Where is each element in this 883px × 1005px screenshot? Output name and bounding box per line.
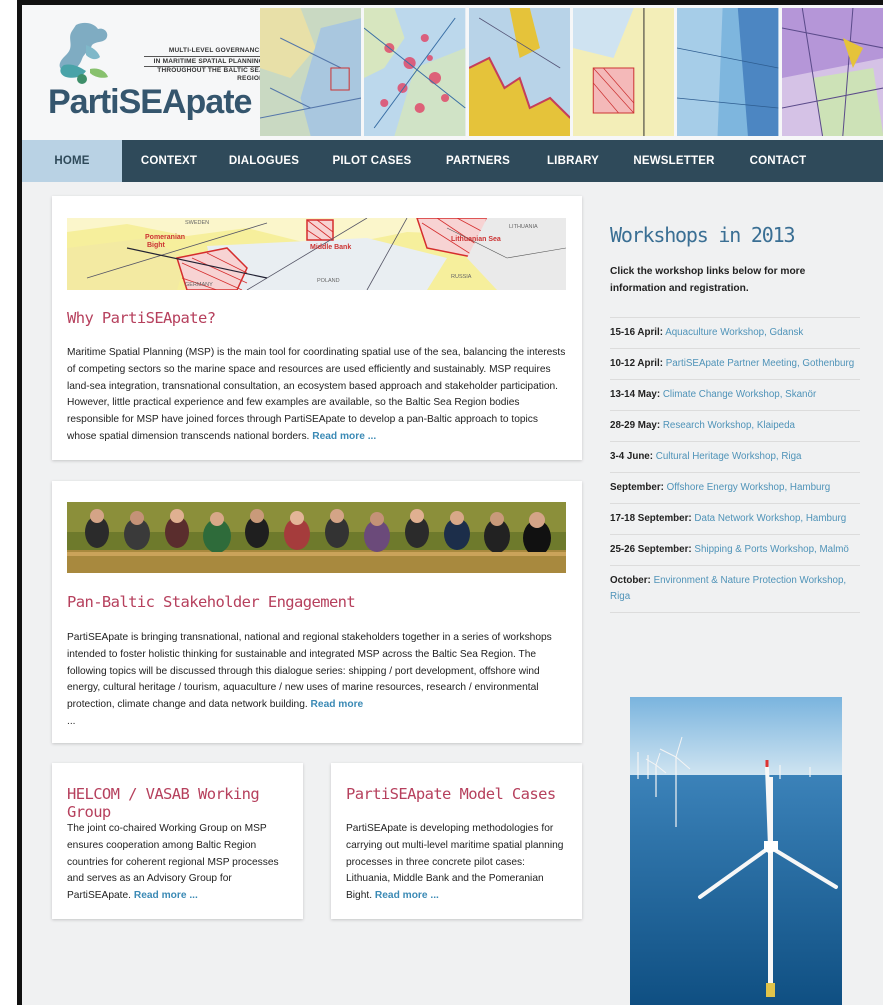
workshop-link[interactable]: Research Workshop, Klaipeda (663, 420, 795, 431)
baltic-sea-logo-icon (59, 22, 108, 84)
card-body-why: Maritime Spatial Planning (MSP) is the m… (67, 345, 567, 446)
read-more-stakeholder-link[interactable]: Read more (311, 699, 364, 710)
workshop-date: September: (610, 482, 664, 493)
map-label-sweden: SWEDEN (185, 220, 210, 226)
workshop-item: 13-14 May: Climate Change Workshop, Skan… (610, 380, 860, 411)
workshop-link[interactable]: Offshore Energy Workshop, Hamburg (667, 482, 831, 493)
card-helcom-vasab: HELCOM / VASAB Working Group The joint c… (52, 763, 303, 919)
read-more-model-link[interactable]: Read more ... (375, 890, 439, 901)
card-body-helcom: The joint co-chaired Working Group on MS… (67, 821, 292, 905)
sidebar-workshops: Workshops in 2013 Click the workshop lin… (610, 223, 860, 613)
wordmark-sea: SEA (118, 83, 187, 121)
workshop-date: 3-4 June: (610, 451, 654, 462)
nav-home[interactable]: HOME (22, 140, 122, 182)
nav-newsletter[interactable]: NEWSLETTER (622, 140, 726, 182)
map-label-lithuanian-sea: Lithuanian Sea (451, 236, 501, 243)
map-tile-6 (781, 8, 883, 136)
workshop-date: 25-26 September: (610, 544, 692, 555)
read-more-helcom-link[interactable]: Read more ... (134, 890, 198, 901)
card-body-why-text: Maritime Spatial Planning (MSP) is the m… (67, 347, 566, 442)
map-tile-3 (468, 8, 570, 136)
tagline-line-3: THROUGHOUT THE BALTIC SEA REGION (144, 66, 264, 83)
map-tile-2 (364, 8, 466, 136)
main-navigation: HOME CONTEXT DIALOGUES PILOT CASES PARTN… (22, 140, 883, 182)
workshop-item: 28-29 May: Research Workshop, Klaipeda (610, 411, 860, 442)
workshop-date: 15-16 April: (610, 327, 663, 338)
card-model-cases: PartiSEApate Model Cases PartiSEApate is… (331, 763, 582, 919)
map-label-poland: POLAND (317, 278, 340, 284)
map-label-germany: GERMANY (185, 282, 213, 288)
card-title-model[interactable]: PartiSEApate Model Cases (346, 785, 556, 803)
workshop-audience-photo (67, 502, 566, 573)
window-frame-left (0, 0, 22, 1005)
workshop-date: 13-14 May: (610, 389, 661, 400)
nav-dialogues[interactable]: DIALOGUES (216, 140, 312, 182)
header-map-banner (260, 8, 883, 136)
card-title-why[interactable]: Why PartiSEApate? (67, 309, 216, 327)
workshop-link[interactable]: Cultural Heritage Workshop, Riga (656, 451, 802, 462)
sidebar-intro: Click the workshop links below for more … (610, 266, 806, 294)
nav-pilot-cases[interactable]: PILOT CASES (312, 140, 432, 182)
workshop-item: 10-12 April: PartiSEApate Partner Meetin… (610, 349, 860, 380)
nav-context[interactable]: CONTEXT (122, 140, 216, 182)
card-body-stakeholder-text: PartiSEApate is bringing transnational, … (67, 632, 552, 711)
nav-contact[interactable]: CONTACT (726, 140, 830, 182)
nav-partners[interactable]: PARTNERS (432, 140, 524, 182)
read-more-ellipsis: ... (67, 715, 76, 727)
map-tile-1 (260, 8, 362, 136)
workshop-item: 3-4 June: Cultural Heritage Workshop, Ri… (610, 442, 860, 473)
map-tile-5 (677, 8, 779, 136)
logo-wordmark: PartiSEApate (48, 83, 253, 122)
wordmark-pate: pate (185, 83, 253, 121)
workshop-date: October: (610, 575, 651, 586)
baltic-pilot-map-image: SWEDEN Pomeranian Bight GERMANY Middle B… (67, 218, 566, 290)
map-label-russia: RUSSIA (451, 274, 472, 280)
card-body-stakeholder: PartiSEApate is bringing transnational, … (67, 630, 569, 731)
workshop-date: 10-12 April: (610, 358, 663, 369)
workshop-link[interactable]: Aquaculture Workshop, Gdansk (665, 327, 803, 338)
workshop-link[interactable]: PartiSEApate Partner Meeting, Gothenburg (666, 358, 854, 369)
card-body-model: PartiSEApate is developing methodologies… (346, 821, 571, 905)
card-stakeholder-engagement: Pan-Baltic Stakeholder Engagement PartiS… (52, 481, 582, 743)
sidebar-title: Workshops in 2013 (610, 223, 796, 247)
workshop-item: October: Environment & Nature Protection… (610, 566, 860, 613)
offshore-wind-turbine-photo (630, 697, 842, 1005)
workshop-date: 28-29 May: (610, 420, 661, 431)
workshop-link[interactable]: Climate Change Workshop, Skanör (663, 389, 816, 400)
map-label-bight: Bight (147, 242, 165, 249)
site-header: MULTI-LEVEL GOVERNANCE IN MARITIME SPATI… (22, 5, 883, 140)
map-tile-4 (572, 8, 675, 136)
card-title-helcom[interactable]: HELCOM / VASAB Working Group (67, 785, 303, 821)
workshop-item: 17-18 September: Data Network Workshop, … (610, 504, 860, 535)
read-more-why-link[interactable]: Read more ... (312, 431, 376, 442)
nav-library[interactable]: LIBRARY (524, 140, 622, 182)
workshop-item: 15-16 April: Aquaculture Workshop, Gdans… (610, 318, 860, 349)
partiseapate-logo[interactable]: MULTI-LEVEL GOVERNANCE IN MARITIME SPATI… (46, 17, 264, 127)
page: MULTI-LEVEL GOVERNANCE IN MARITIME SPATI… (22, 5, 883, 1005)
map-label-pomeranian: Pomeranian (145, 234, 186, 241)
workshop-link[interactable]: Shipping & Ports Workshop, Malmö (694, 544, 848, 555)
wordmark-parti: Parti (48, 83, 120, 121)
card-title-stakeholder[interactable]: Pan-Baltic Stakeholder Engagement (67, 593, 356, 611)
workshop-item: 25-26 September: Shipping & Ports Worksh… (610, 535, 860, 566)
logo-tagline: MULTI-LEVEL GOVERNANCE IN MARITIME SPATI… (144, 47, 264, 83)
workshop-date: 17-18 September: (610, 513, 692, 524)
map-label-middle-bank: Middle Bank (310, 244, 352, 251)
workshop-item: September: Offshore Energy Workshop, Ham… (610, 473, 860, 504)
tagline-line-1: MULTI-LEVEL GOVERNANCE (144, 47, 264, 57)
tagline-line-2: IN MARITIME SPATIAL PLANNING (153, 58, 264, 65)
card-why-partiseapate: SWEDEN Pomeranian Bight GERMANY Middle B… (52, 196, 582, 460)
workshop-list: 15-16 April: Aquaculture Workshop, Gdans… (610, 317, 860, 613)
map-label-lithuania: LITHUANIA (509, 224, 538, 230)
workshop-link[interactable]: Data Network Workshop, Hamburg (694, 513, 846, 524)
